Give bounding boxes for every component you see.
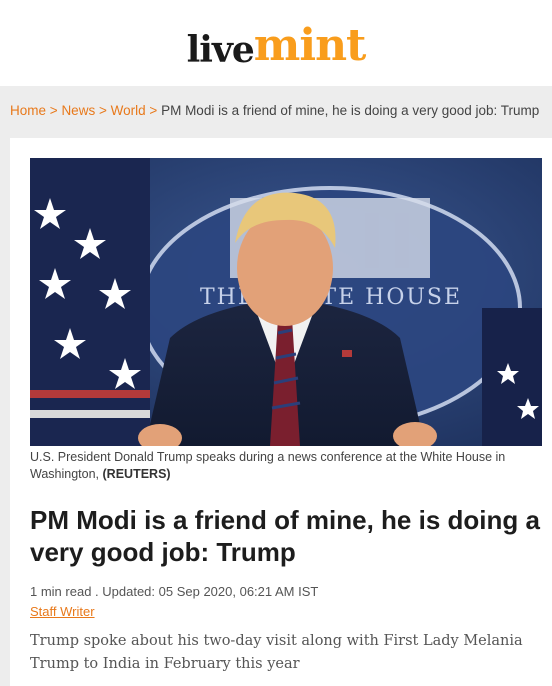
image-caption-text: U.S. President Donald Trump speaks durin… [30,450,506,481]
article-card: THE WHITE HOUSE U.S. President Donald Tr… [10,138,552,686]
breadcrumb-current: PM Modi is a friend of mine, he is doing… [161,103,540,118]
breadcrumb-separator: > [98,103,107,118]
image-caption: U.S. President Donald Trump speaks durin… [30,449,542,483]
author-link[interactable]: Staff Writer [30,604,542,619]
breadcrumb-separator: > [49,103,58,118]
breadcrumb: Home > News > World > PM Modi is a frien… [10,103,550,118]
logo-live-text: live [186,29,255,71]
breadcrumb-news[interactable]: News [61,103,95,118]
logo-mint-text: mint [253,20,367,71]
site-header: live mint [0,0,552,86]
breadcrumb-separator: > [149,103,158,118]
hero-illustration: THE WHITE HOUSE [30,158,542,446]
breadcrumb-world[interactable]: World [111,103,146,118]
article-hero-image[interactable]: THE WHITE HOUSE [30,158,542,446]
article-headline: PM Modi is a friend of mine, he is doing… [30,505,540,567]
article-summary: Trump spoke about his two-day visit alon… [30,633,523,672]
breadcrumb-home[interactable]: Home [10,103,46,118]
livemint-logo[interactable]: live mint [186,18,367,71]
image-credit: (REUTERS) [102,467,171,481]
article-meta: 1 min read . Updated: 05 Sep 2020, 06:21… [30,584,319,599]
